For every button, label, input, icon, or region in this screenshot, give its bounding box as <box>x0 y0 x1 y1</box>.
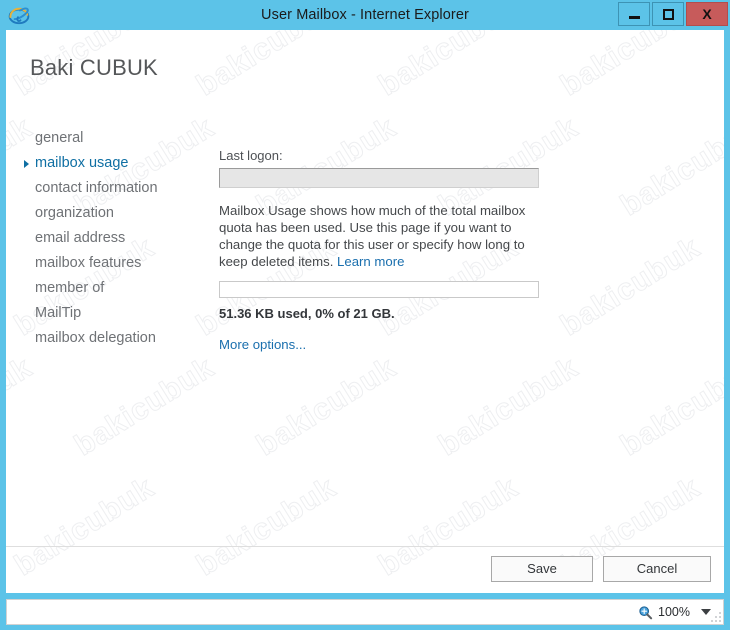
maximize-icon <box>662 8 674 20</box>
sidebar-item-label: email address <box>35 230 126 246</box>
zoom-magnifier-icon <box>638 605 653 620</box>
learn-more-link[interactable]: Learn more <box>337 254 404 269</box>
sidebar-item-general[interactable]: general <box>22 126 212 151</box>
title-bar: User Mailbox - Internet Explorer X <box>0 0 730 30</box>
status-bar: 100% <box>6 599 724 625</box>
zoom-level-label: 100% <box>658 605 690 619</box>
sidebar-item-label: mailbox features <box>35 255 142 271</box>
sidebar-item-mailbox-delegation[interactable]: mailbox delegation <box>22 326 212 351</box>
usage-description: Mailbox Usage shows how much of the tota… <box>219 202 539 270</box>
close-button[interactable]: X <box>686 2 728 26</box>
sidebar-item-email-address[interactable]: email address <box>22 226 212 251</box>
chevron-down-icon[interactable] <box>701 609 711 615</box>
zoom-control[interactable]: 100% <box>638 605 713 620</box>
window-controls: X <box>618 2 728 26</box>
resize-grip[interactable] <box>711 612 721 622</box>
sidebar-item-mailbox-features[interactable]: mailbox features <box>22 251 212 276</box>
chevron-right-icon <box>24 160 29 168</box>
maximize-button[interactable] <box>652 2 684 26</box>
sidebar-item-label: general <box>35 130 84 146</box>
sidebar-item-label: mailbox usage <box>35 155 129 171</box>
sidebar-item-label: member of <box>35 280 105 296</box>
cancel-button[interactable]: Cancel <box>603 556 711 582</box>
save-button[interactable]: Save <box>491 556 593 582</box>
browser-window: User Mailbox - Internet Explorer X bakic… <box>0 0 730 630</box>
last-logon-input[interactable] <box>219 168 539 188</box>
quota-progress-bar <box>219 281 539 298</box>
sidebar-item-organization[interactable]: organization <box>22 201 212 226</box>
sidebar-item-label: contact information <box>35 180 158 196</box>
main-content: Last logon: Mailbox Usage shows how much… <box>219 148 544 352</box>
sidebar-item-label: mailbox delegation <box>35 330 156 346</box>
quota-usage-text: 51.36 KB used, 0% of 21 GB. <box>219 306 395 321</box>
sidebar-item-member-of[interactable]: member of <box>22 276 212 301</box>
last-logon-label: Last logon: <box>219 148 283 163</box>
minimize-icon <box>628 15 640 19</box>
action-bar: Save Cancel <box>6 546 724 593</box>
client-area: bakicubuk bakicubuk bakicubuk bakicubuk baki… <box>6 30 724 593</box>
sidebar-item-label: organization <box>35 205 114 221</box>
minimize-button[interactable] <box>618 2 650 26</box>
page-title: Baki CUBUK <box>30 55 158 80</box>
sidebar-item-mailbox-usage[interactable]: mailbox usage <box>22 151 212 176</box>
internet-explorer-icon <box>8 4 30 26</box>
close-icon: X <box>702 6 712 22</box>
more-options-row: More options... <box>219 337 544 352</box>
sidebar-nav: general mailbox usage contact information o… <box>22 126 212 351</box>
sidebar-item-mailtip[interactable]: MailTip <box>22 301 212 326</box>
page-body: Baki CUBUK general mailbox usage contact i… <box>6 30 724 593</box>
sidebar-item-contact-information[interactable]: contact information <box>22 176 212 201</box>
more-options-link[interactable]: More options... <box>219 337 306 352</box>
sidebar-item-label: MailTip <box>35 305 82 321</box>
